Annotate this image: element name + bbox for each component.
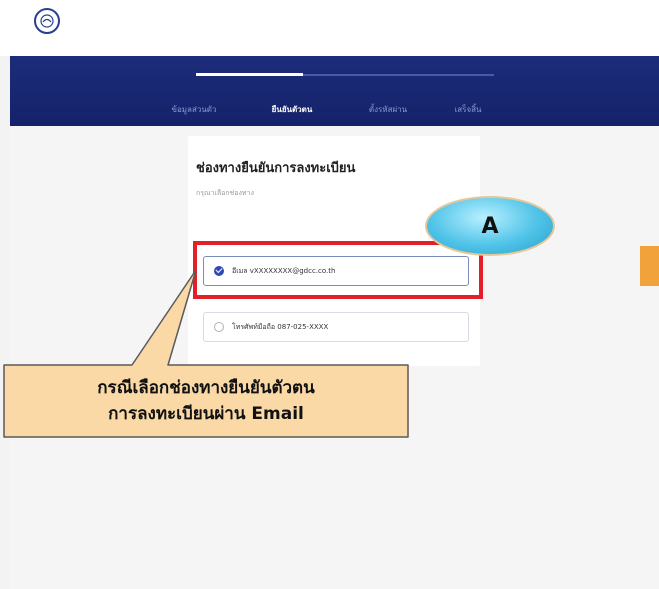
callout-shape [3, 269, 409, 438]
callout-line-2: การลงทะเบียนผ่าน Email [108, 404, 304, 424]
callout-line-1: กรณีเลือกช่องทางยืนยันตัวตน [97, 378, 315, 398]
callout-text: กรณีเลือกช่องทางยืนยันตัวตน การลงทะเบียน… [4, 365, 408, 437]
annotation-badge: A [425, 196, 555, 256]
